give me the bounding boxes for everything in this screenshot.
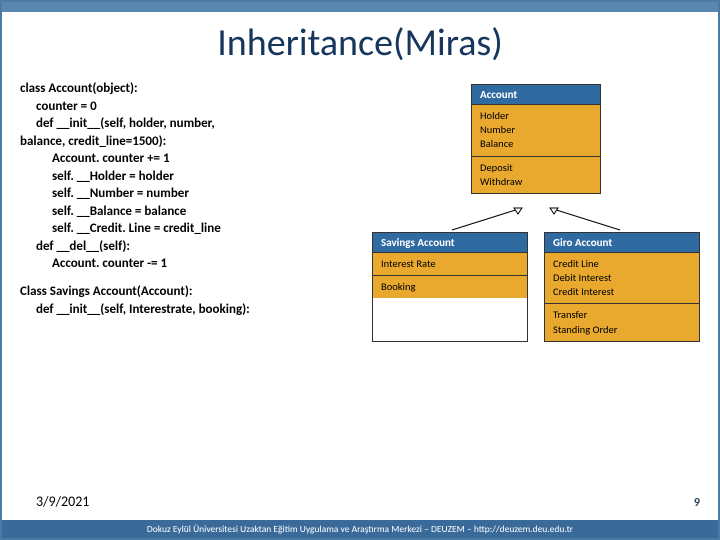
footer-bar: Dokuz Eylül Üniversitesi Uzaktan Eğitim … xyxy=(2,520,718,538)
code-line: self. __Number = number xyxy=(20,185,362,203)
class-head: Giro Account xyxy=(545,233,699,253)
class-attrs: Credit Line Debit Interest Credit Intere… xyxy=(545,253,699,304)
inheritance-arrows xyxy=(372,212,700,232)
class-head: Account xyxy=(472,85,600,105)
slide-number: 9 xyxy=(694,496,700,510)
class-methods: Transfer Standing Order xyxy=(545,303,699,340)
code-block: class Account(object): counter = 0 def _… xyxy=(20,80,362,342)
slide: Inheritance(Miras) class Account(object)… xyxy=(0,0,720,540)
code-line: Class Savings Account(Account): xyxy=(20,283,362,301)
code-line: def __del__(self): xyxy=(20,238,362,256)
slide-title: Inheritance(Miras) xyxy=(2,12,718,80)
content-row: class Account(object): counter = 0 def _… xyxy=(2,80,718,342)
code-line: self. __Balance = balance xyxy=(20,203,362,221)
class-attrs: Holder Number Balance xyxy=(472,105,600,156)
code-line: def __init__(self, holder, number, xyxy=(20,115,362,133)
class-methods: Deposit Withdraw xyxy=(472,156,600,193)
uml-diagram: Account Holder Number Balance Deposit Wi… xyxy=(372,80,700,342)
code-line: balance, credit_line=1500): xyxy=(20,133,362,151)
code-line: Account. counter += 1 xyxy=(20,150,362,168)
child-row: Savings Account Interest Rate Booking Gi… xyxy=(372,232,700,342)
class-box-giro: Giro Account Credit Line Debit Interest … xyxy=(544,232,700,342)
footer-date: 3/9/2021 xyxy=(36,493,89,510)
class-methods: Booking xyxy=(373,275,527,298)
top-accent-bar xyxy=(2,2,718,12)
code-line: counter = 0 xyxy=(20,98,362,116)
code-line: def __init__(self, Interestrate, booking… xyxy=(20,301,362,319)
class-attrs: Interest Rate xyxy=(373,253,527,275)
class-box-savings: Savings Account Interest Rate Booking xyxy=(372,232,528,342)
code-line: Account. counter -= 1 xyxy=(20,255,362,273)
class-head: Savings Account xyxy=(373,233,527,253)
code-line: class Account(object): xyxy=(20,80,362,98)
code-line: self. __Credit. Line = credit_line xyxy=(20,220,362,238)
code-line: self. __Holder = holder xyxy=(20,168,362,186)
class-box-account: Account Holder Number Balance Deposit Wi… xyxy=(471,84,601,194)
